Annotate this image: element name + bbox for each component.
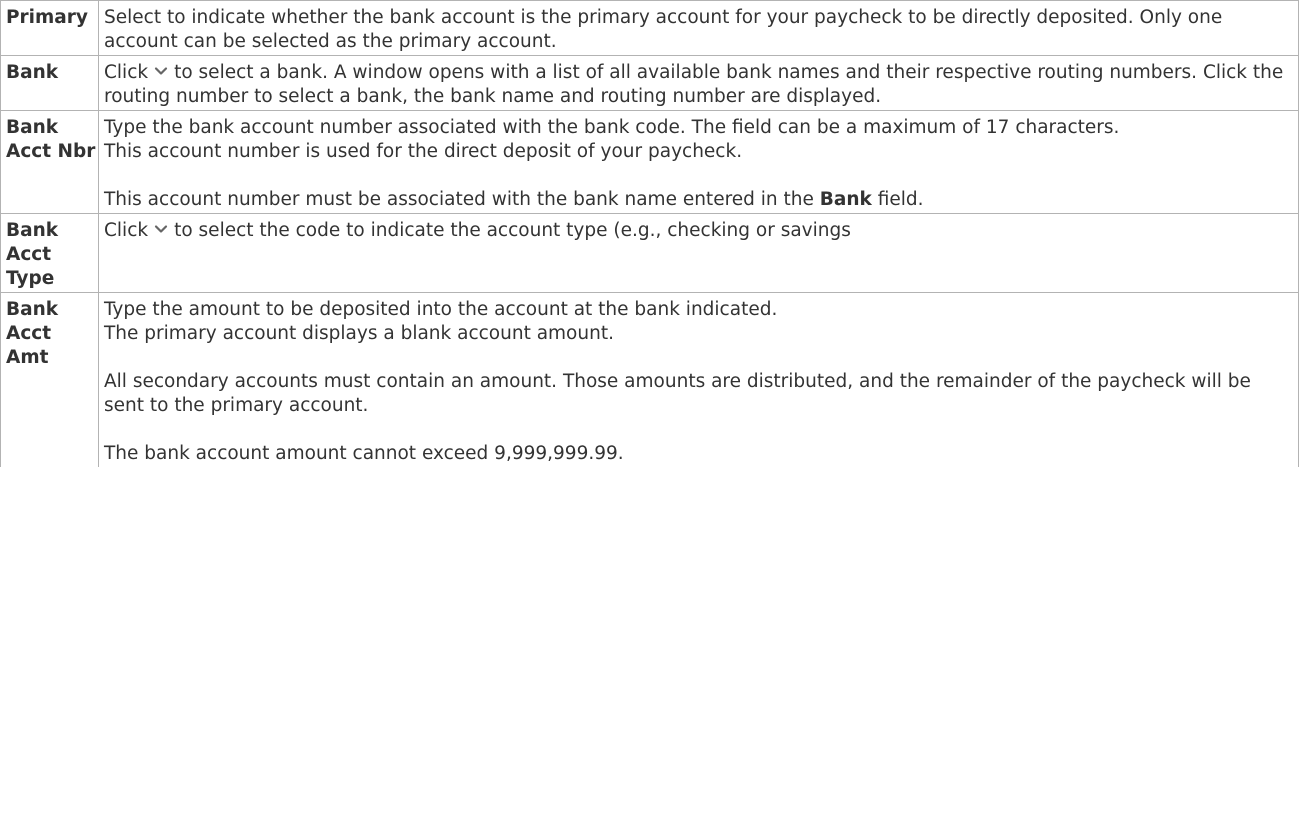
description-text: Click to select the code to indicate the … xyxy=(104,219,1290,243)
description-text: All secondary accounts must contain an a… xyxy=(104,371,1251,416)
description-rest: field. xyxy=(877,189,924,210)
field-description: Click to select the code to indicate the … xyxy=(98,213,1299,293)
chevron-down-icon xyxy=(154,64,168,78)
field-description: Type the bank account number associated … xyxy=(98,110,1299,214)
field-name: Bank Acct Nbr xyxy=(0,110,99,214)
description-text: The bank account amount cannot exceed 9,… xyxy=(104,443,624,464)
description-text: This account number is used for the dire… xyxy=(104,141,743,162)
field-reference: Bank xyxy=(819,189,872,210)
description-rest: to select the code to indicate the accou… xyxy=(174,220,851,241)
chevron-down-icon xyxy=(154,222,168,236)
field-name: Bank Acct Type xyxy=(0,213,99,293)
description-lead: Click xyxy=(104,220,149,241)
description-text: Type the bank account number associated … xyxy=(104,117,1120,138)
description-rest: to select a bank. A window opens with a … xyxy=(104,62,1284,107)
field-name: Bank xyxy=(0,55,99,111)
description-text: This account number must be associated w… xyxy=(104,188,1290,212)
field-description: Click to select a bank. A window opens wi… xyxy=(98,55,1299,111)
description-lead: Click xyxy=(104,62,149,83)
description-text: Click to select a bank. A window opens wi… xyxy=(104,61,1290,109)
description-text: Select to indicate whether the bank acco… xyxy=(104,7,1223,52)
table-row: Bank Click to select a bank. A window ope… xyxy=(0,55,1299,111)
table-row: Bank Acct Amt Type the amount to be depo… xyxy=(0,292,1299,467)
field-name: Primary xyxy=(0,0,99,56)
description-lead: This account number must be associated w… xyxy=(104,189,814,210)
field-name: Bank Acct Amt xyxy=(0,292,99,467)
description-text: Type the amount to be deposited into the… xyxy=(104,299,778,320)
table-row: Bank Acct Type Click to select the code t… xyxy=(0,213,1299,293)
field-description: Type the amount to be deposited into the… xyxy=(98,292,1299,467)
table-row: Primary Select to indicate whether the b… xyxy=(0,0,1299,56)
field-description-table: Primary Select to indicate whether the b… xyxy=(0,0,1299,467)
description-text: The primary account displays a blank acc… xyxy=(104,323,614,344)
table-row: Bank Acct Nbr Type the bank account numb… xyxy=(0,110,1299,214)
field-description: Select to indicate whether the bank acco… xyxy=(98,0,1299,56)
